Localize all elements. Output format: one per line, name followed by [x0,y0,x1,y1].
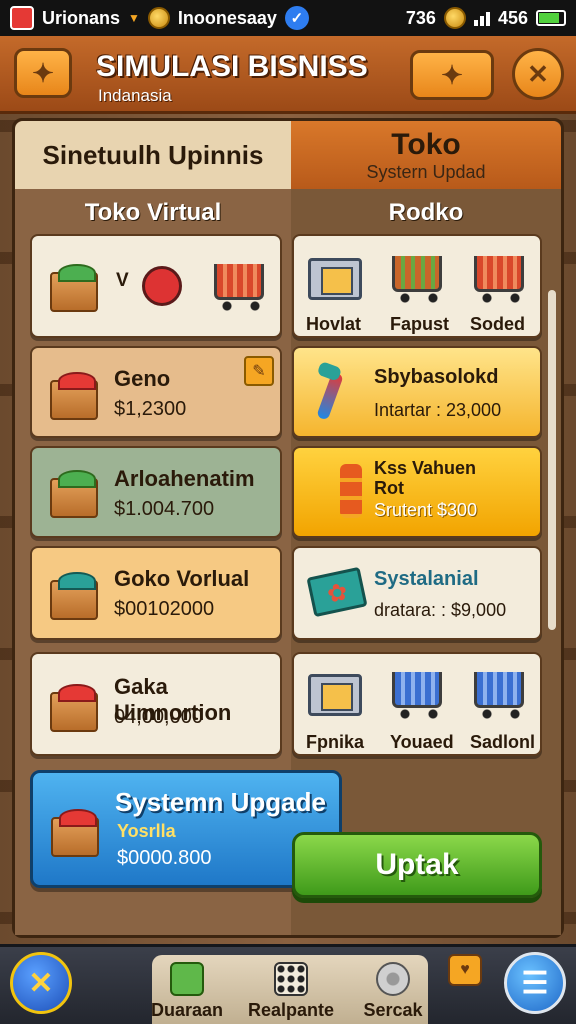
crate-icon [308,674,362,716]
item-name: Sbybasolokd [374,366,499,388]
app-icon [10,6,34,30]
close-icon: ✕ [28,966,54,1000]
item-price: 04,00,000 [114,706,203,728]
stack-icon [340,464,362,518]
cart-icon [474,672,524,719]
list-item[interactable]: Systalanial dratara: : $9,000 [292,546,542,640]
caret-icon: ▼ [128,11,140,25]
item-price: $1,2300 [114,398,187,420]
status-time: 736 [405,7,436,28]
item-label: Fapust [390,314,450,334]
bonus-button[interactable]: ✦ [410,50,494,100]
nav-item-realpante[interactable]: Realpante [236,953,346,1023]
status-mid-text: Inoonesaay [177,7,277,28]
page-subtitle: Indanasia [98,86,172,105]
heart-icon: ♥ [460,961,470,978]
list-item[interactable]: Fpnika Youaed Sadlonl [292,652,542,756]
tab-left-label: Sinetuulh Upinnis [42,139,264,170]
page-title: SIMULASI BISNISS [96,50,368,83]
nav-item-sercak[interactable]: Sercak [338,953,448,1023]
item-label: Youaed [390,732,454,752]
box-icon [50,684,98,732]
upgrade-title: Systemn Upgade [115,787,326,817]
item-price: $00102000 [114,598,215,620]
nav-label: Sercak [363,1000,423,1020]
cube-icon [170,962,204,996]
box-icon [50,572,98,620]
tag-icon: ✎ [244,356,274,386]
item-label: Hovlat [306,314,362,334]
right-column-header: Rodko [388,199,464,226]
status-left-text: Urionans [42,7,121,28]
close-icon: ✕ [527,58,549,89]
robot-icon [142,266,182,306]
cart-icon [392,672,442,719]
item-label: Soded [470,314,526,334]
battery-icon [536,10,566,26]
close-button[interactable]: ✕ [512,48,564,100]
list-item[interactable]: Arloahenatim $1.004.700 [30,446,282,538]
cart-icon [214,264,264,311]
item-name: Systalanial [374,568,479,590]
header: ✦ SIMULASI BISNISS Indanasia ✦ ✕ [0,36,576,114]
nav-item-duaraan[interactable]: Duaraan [132,953,242,1023]
menu-icon: ☰ [521,966,549,1000]
item-name: Kss Vahuen [374,458,477,478]
signal-icon [473,10,490,26]
list-item[interactable]: Geno $1,2300 ✎ [30,346,282,438]
grid-icon [274,962,308,996]
close-round-button[interactable]: ✕ [10,952,72,1014]
item-price: dratara: : $9,000 [374,600,507,620]
item-label: Sadlonl [470,732,536,752]
item-label: Fpnika [306,732,365,752]
status-value: 456 [497,7,528,28]
cart-icon [474,256,524,303]
heart-button[interactable]: ♥ [448,954,482,986]
box-icon [50,264,98,312]
item-price: Srutent $300 [374,500,478,520]
status-bar: Urionans ▼ Inoonesaay ✓ 736 456 [0,0,576,36]
item-name: Goko Vorlual [114,566,250,591]
crate-icon [308,258,362,300]
item-price: $1.004.700 [114,498,215,520]
nav-label: Duaraan [150,1000,224,1020]
list-item[interactable]: V [30,234,282,338]
left-column-header: Toko Virtual [84,199,222,226]
disk-icon [376,962,410,996]
puzzle-icon: ✦ [32,57,54,88]
list-item[interactable]: Hovlat Fapust Soded [292,234,542,338]
item-name-line2: Rot [374,478,404,498]
check-icon: ✓ [284,6,309,30]
scrollbar[interactable] [548,290,556,630]
coin-icon [147,7,170,29]
tool-icon [316,371,344,421]
tab-toko-sublabel: Systern Updad [366,161,486,182]
puzzle-icon: ✦ [441,59,463,90]
tab-left[interactable]: Sinetuulh Upinnis [15,121,291,189]
card-label: V [116,270,129,291]
cart-icon [392,256,442,303]
box-icon [50,470,98,518]
box-icon [50,372,98,420]
nav-label: Realpante [247,1000,335,1020]
list-item[interactable]: Gaka Uimnortion 04,00,000 [30,652,282,756]
item-name: Arloahenatim [114,466,255,491]
tab-toko-label: Toko [391,127,461,161]
upgrade-button[interactable]: Uptak [292,832,542,898]
bottom-nav: Duaraan Realpante Sercak [0,944,576,1024]
upgrade-subtitle: Yosrlla [117,821,176,841]
item-price: Intartar : 23,000 [374,400,502,420]
upgrade-price: $0000.800 [117,847,212,869]
menu-button[interactable]: ☰ [504,952,566,1014]
tab-toko[interactable]: Toko Systern Updad [291,121,561,189]
item-name: Geno [114,366,171,391]
gift-box-icon [51,809,99,857]
list-item[interactable]: Sbybasolokd Intartar : 23,000 [292,346,542,438]
plate-icon [306,566,368,618]
list-item[interactable]: Goko Vorlual $00102000 [30,546,282,640]
list-item[interactable]: Kss Vahuen Rot Srutent $300 [292,446,542,538]
puzzle-button[interactable]: ✦ [14,48,72,98]
coin-icon [443,7,466,29]
